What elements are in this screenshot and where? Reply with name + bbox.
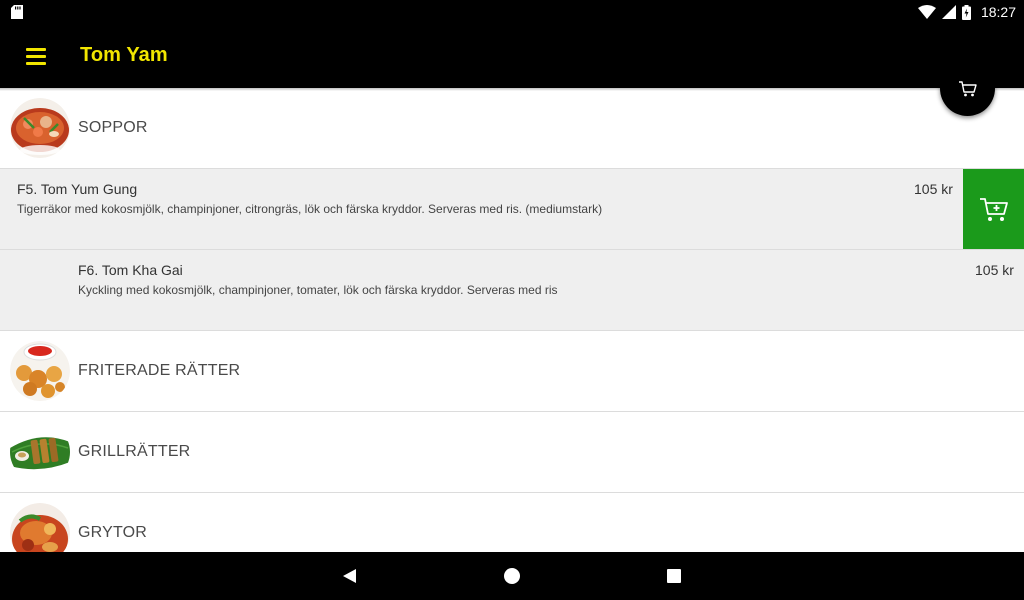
back-icon[interactable]	[342, 568, 358, 584]
item-price: 105 kr	[914, 181, 953, 197]
recent-apps-icon[interactable]	[667, 569, 681, 583]
menu-item-row[interactable]: F5. Tom Yum Gung Tigerräkor med kokosmjö…	[0, 169, 1024, 250]
cart-button[interactable]	[940, 61, 995, 116]
soup-bowl-image	[10, 98, 70, 158]
item-name: F5. Tom Yum Gung	[17, 181, 138, 197]
category-row-soppor[interactable]: SOPPOR	[0, 88, 1024, 169]
status-bar: 18:27	[0, 0, 1024, 24]
item-description: Tigerräkor med kokosmjölk, champinjoner,…	[17, 202, 603, 216]
category-row-grill[interactable]: GRILLRÄTTER	[0, 412, 1024, 493]
hamburger-menu-icon[interactable]	[26, 48, 48, 65]
category-row-grytor[interactable]: GRYTOR	[0, 493, 1024, 552]
stew-dish-image	[10, 503, 70, 552]
add-to-cart-button[interactable]	[963, 169, 1024, 249]
menu-list[interactable]: SOPPOR F5. Tom Yum Gung Tigerräkor med k…	[0, 88, 1024, 552]
wifi-icon	[917, 5, 936, 19]
add-to-cart-icon	[979, 198, 1008, 221]
home-icon[interactable]	[504, 568, 520, 584]
category-label: FRITERADE RÄTTER	[78, 362, 241, 379]
sd-card-icon	[11, 5, 23, 19]
menu-item-row[interactable]: F6. Tom Kha Gai Kyckling med kokosmjölk,…	[0, 250, 1024, 331]
item-price: 105 kr	[975, 262, 1014, 278]
app-bar-shadow	[0, 88, 1024, 91]
cart-icon	[958, 80, 977, 96]
fried-food-image	[10, 341, 70, 401]
app-bar: Tom Yam	[0, 24, 1024, 88]
page-title: Tom Yam	[80, 44, 168, 66]
navigation-bar	[0, 552, 1024, 600]
item-description: Kyckling med kokosmjölk, champinjoner, t…	[78, 283, 558, 297]
category-label: SOPPOR	[78, 119, 148, 136]
battery-charging-icon	[961, 4, 971, 20]
signal-icon	[941, 5, 956, 19]
category-label: GRILLRÄTTER	[78, 443, 191, 460]
grilled-skewers-image	[10, 422, 70, 482]
item-name: F6. Tom Kha Gai	[78, 262, 183, 278]
status-time: 18:27	[980, 4, 1016, 20]
category-row-friterade[interactable]: FRITERADE RÄTTER	[0, 331, 1024, 412]
category-label: GRYTOR	[78, 524, 148, 541]
